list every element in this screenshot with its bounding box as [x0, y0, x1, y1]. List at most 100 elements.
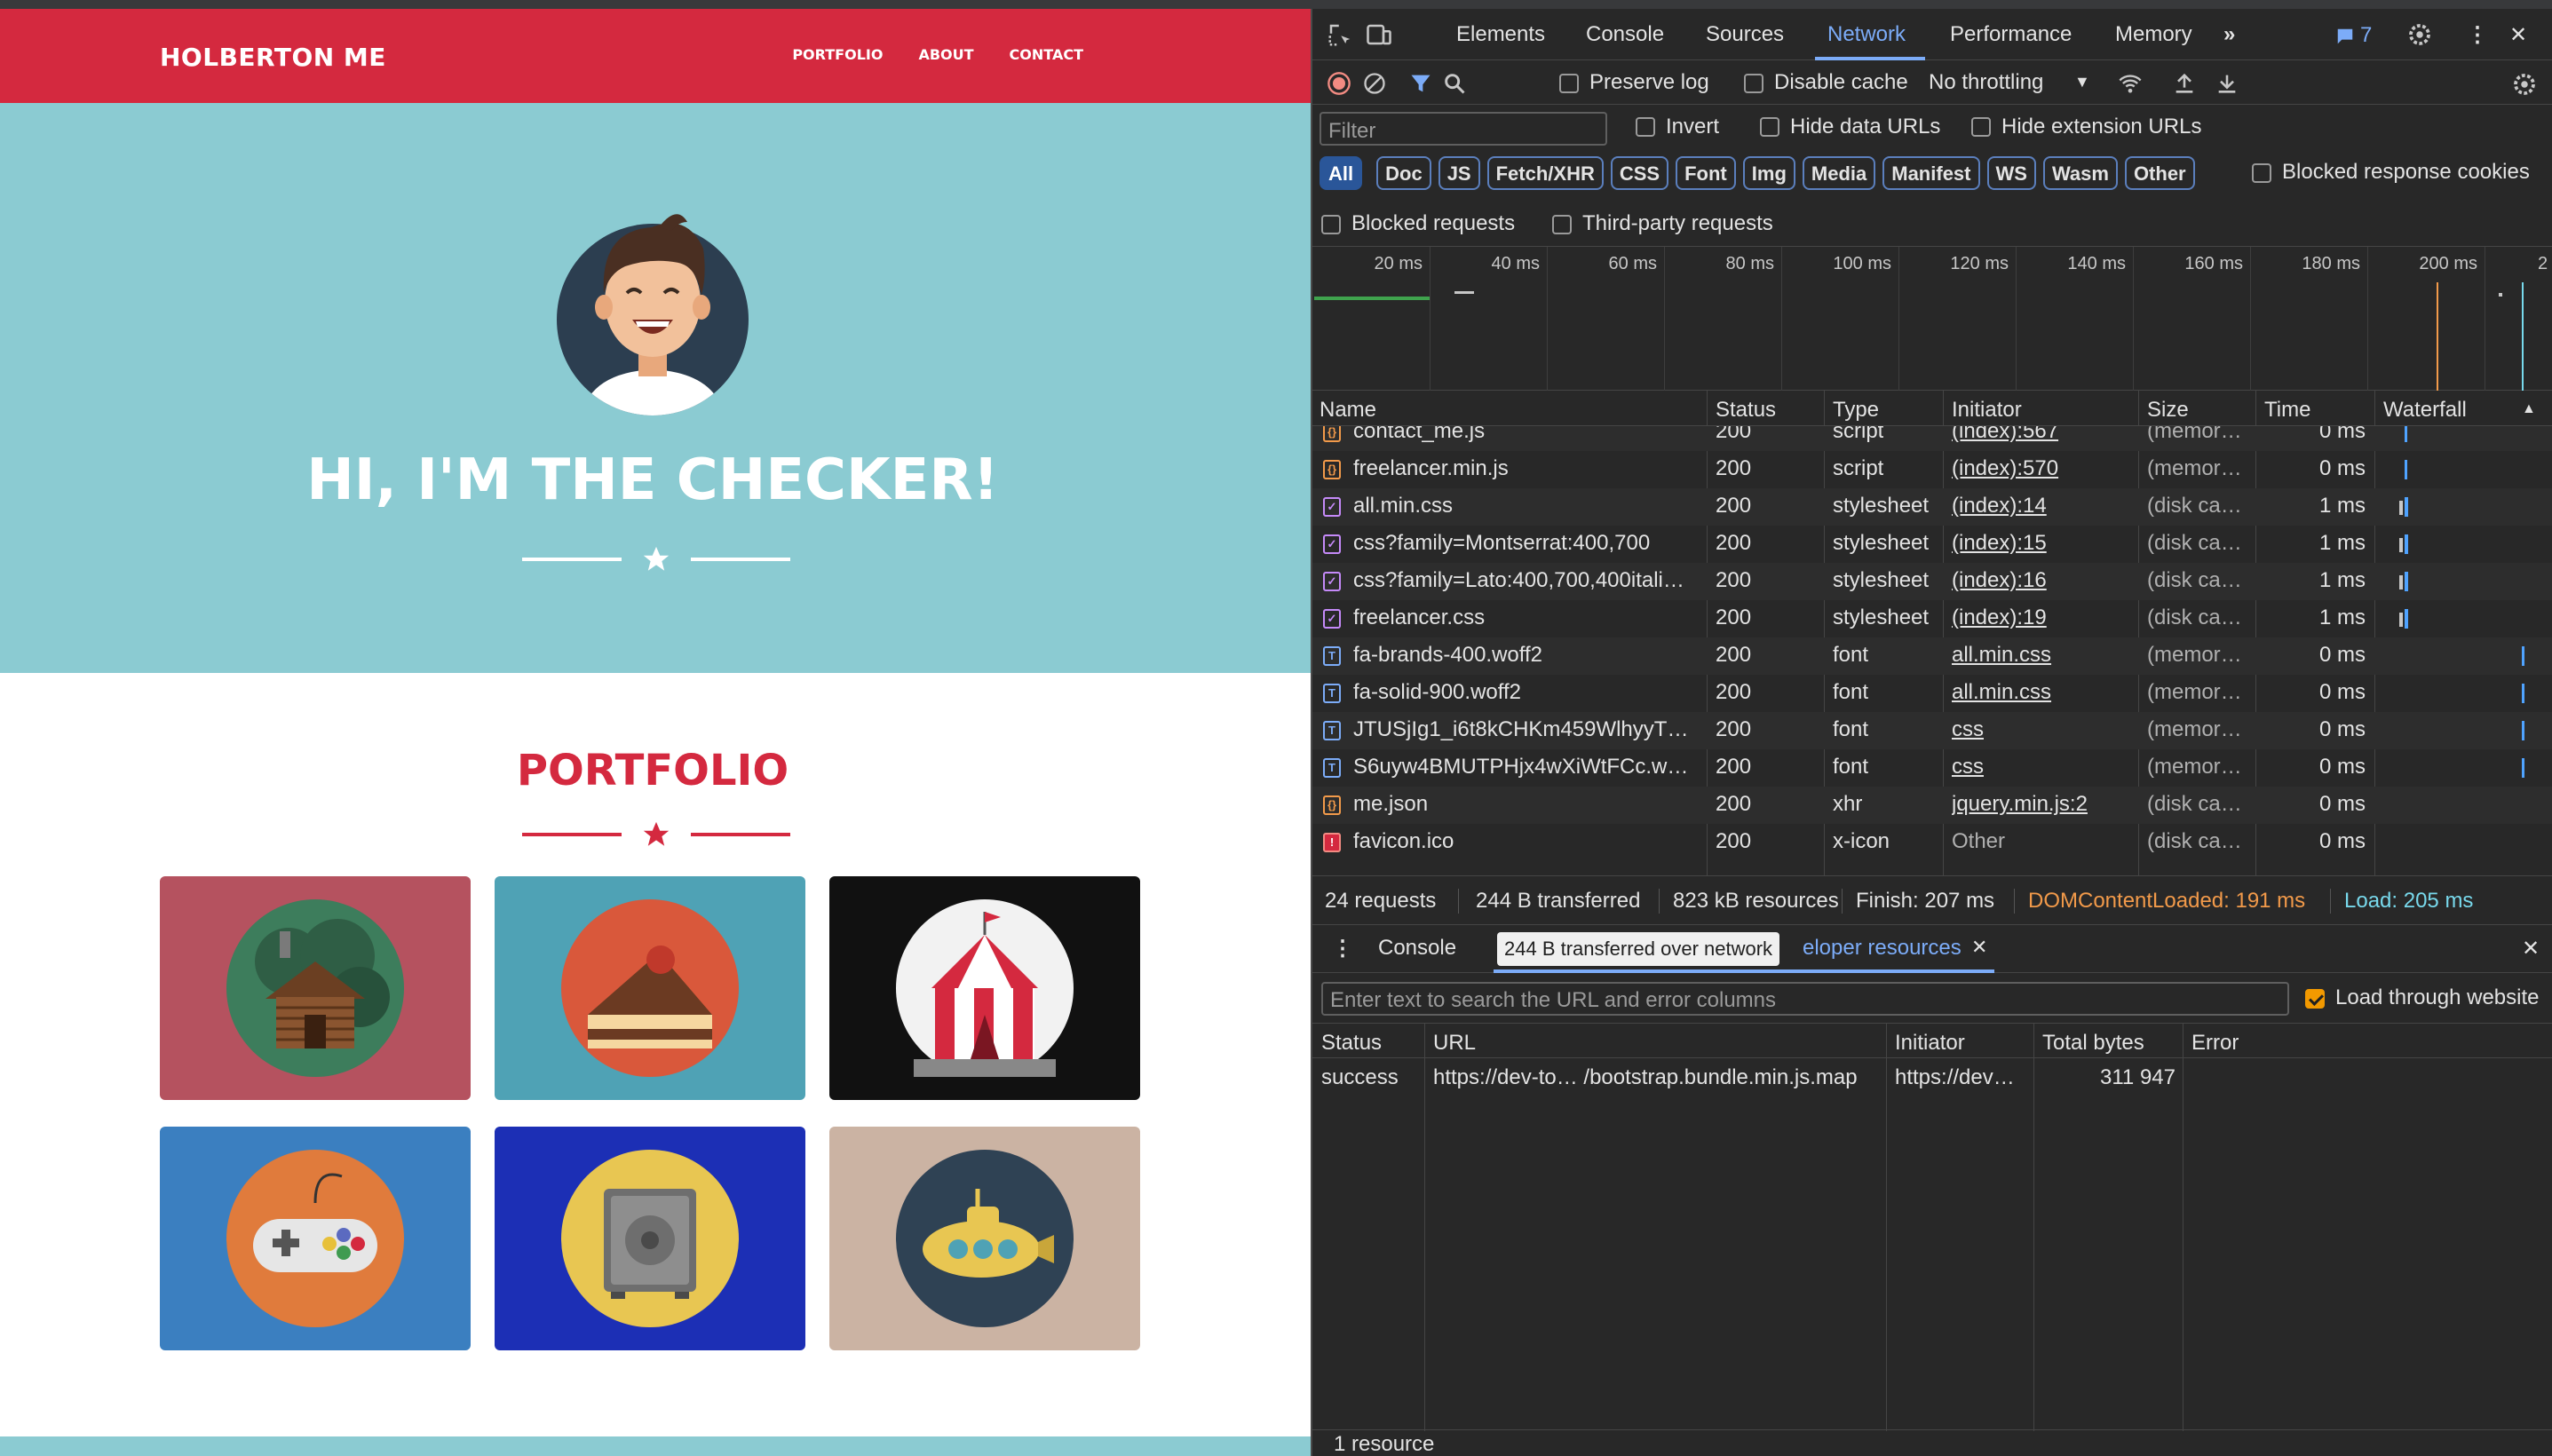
site-brand[interactable]: HOLBERTON ME — [160, 43, 386, 72]
request-initiator[interactable]: css — [1952, 717, 2129, 742]
search-icon[interactable] — [1442, 71, 1467, 96]
portfolio-card-cake[interactable] — [495, 876, 805, 1100]
nav-link-portfolio[interactable]: PORTFOLIO — [792, 46, 883, 63]
network-settings-gear-icon[interactable] — [2511, 71, 2538, 98]
import-har-icon[interactable] — [2172, 71, 2197, 96]
issues-count[interactable]: 7 — [2360, 23, 2372, 48]
filter-funnel-icon[interactable] — [1408, 71, 1433, 96]
column-type[interactable]: Type — [1833, 398, 1879, 423]
table-row[interactable]: T JTUSjIg1_i6t8kCHKm459WlhyyT… 200 font … — [1312, 712, 2552, 749]
tab-memory[interactable]: Memory — [2115, 22, 2192, 47]
chip-font[interactable]: Font — [1676, 156, 1736, 190]
disable-cache-checkbox[interactable] — [1744, 74, 1763, 93]
column-initiator[interactable]: Initiator — [1952, 398, 2022, 423]
portfolio-card-controller[interactable] — [160, 1127, 471, 1350]
throttling-dropdown-arrow-icon[interactable]: ▼ — [2074, 73, 2090, 91]
dr-column-initiator[interactable]: Initiator — [1895, 1031, 1965, 1056]
table-row[interactable]: ✓ freelancer.css 200 stylesheet (index):… — [1312, 600, 2552, 637]
more-tabs-chevron-icon[interactable]: » — [2223, 22, 2235, 47]
chip-doc[interactable]: Doc — [1376, 156, 1431, 190]
request-initiator[interactable]: all.min.css — [1952, 643, 2129, 668]
record-stop-icon[interactable] — [1327, 71, 1351, 96]
dr-column-error[interactable]: Error — [2191, 1031, 2239, 1056]
device-toolbar-icon[interactable] — [1366, 21, 1392, 48]
chip-ws[interactable]: WS — [1986, 156, 2036, 190]
drawer-tab-developer-resources[interactable]: eloper resources — [1803, 936, 1962, 961]
close-tab-icon[interactable]: ✕ — [1971, 936, 1987, 959]
column-size[interactable]: Size — [2147, 398, 2189, 423]
network-overview-timeline[interactable]: 20 ms 40 ms 60 ms 80 ms 100 ms 120 ms 14… — [1312, 247, 2552, 391]
chip-img[interactable]: Img — [1742, 156, 1795, 190]
drawer-tab-console[interactable]: Console — [1378, 936, 1456, 961]
close-drawer-icon[interactable]: ✕ — [2522, 936, 2540, 961]
chip-wasm[interactable]: Wasm — [2042, 156, 2118, 190]
chip-fetch-xhr[interactable]: Fetch/XHR — [1486, 156, 1604, 190]
portfolio-card-submarine[interactable] — [829, 1127, 1140, 1350]
throttling-select[interactable]: No throttling — [1929, 70, 2043, 95]
table-row[interactable]: T fa-brands-400.woff2 200 font all.min.c… — [1312, 637, 2552, 675]
portfolio-card-safe[interactable] — [495, 1127, 805, 1350]
table-row[interactable]: {} contact_me.js 200 script (index):567 … — [1312, 426, 2552, 451]
chip-all[interactable]: All — [1320, 156, 1363, 190]
inspect-element-icon[interactable] — [1327, 21, 1353, 48]
tab-network[interactable]: Network — [1827, 22, 1906, 47]
request-initiator[interactable]: (index):567 — [1952, 426, 2129, 444]
hide-data-urls-checkbox[interactable] — [1760, 117, 1779, 137]
export-har-icon[interactable] — [2215, 71, 2239, 96]
table-row[interactable]: T S6uyw4BMUTPHjx4wXiWtFCc.w… 200 font cs… — [1312, 749, 2552, 787]
hide-extension-urls-checkbox[interactable] — [1971, 117, 1991, 137]
nav-link-about[interactable]: ABOUT — [918, 46, 973, 63]
request-initiator[interactable]: jquery.min.js:2 — [1952, 792, 2129, 817]
blocked-requests-checkbox[interactable] — [1321, 215, 1341, 234]
table-row[interactable]: ! favicon.ico 200 x-icon Other (disk ca…… — [1312, 824, 2552, 861]
table-row[interactable]: {} freelancer.min.js 200 script (index):… — [1312, 451, 2552, 488]
dr-column-status[interactable]: Status — [1321, 1031, 1382, 1056]
column-time[interactable]: Time — [2264, 398, 2310, 423]
nav-link-contact[interactable]: CONTACT — [1010, 46, 1083, 63]
request-initiator[interactable]: (index):570 — [1952, 456, 2129, 481]
load-through-website-checkbox[interactable] — [2305, 989, 2325, 1009]
column-waterfall[interactable]: Waterfall — [2383, 398, 2467, 423]
developer-resources-search-input[interactable]: Enter text to search the URL and error c… — [1321, 982, 2289, 1016]
chip-manifest[interactable]: Manifest — [1882, 156, 1980, 190]
invert-checkbox[interactable] — [1636, 117, 1655, 137]
dr-column-total-bytes[interactable]: Total bytes — [2042, 1031, 2144, 1056]
table-row[interactable]: ✓ css?family=Montserrat:400,700 200 styl… — [1312, 526, 2552, 563]
chip-other[interactable]: Other — [2124, 156, 2195, 190]
chip-js[interactable]: JS — [1438, 156, 1480, 190]
chip-css[interactable]: CSS — [1610, 156, 1669, 190]
request-initiator[interactable]: (index):15 — [1952, 531, 2129, 556]
column-name[interactable]: Name — [1320, 398, 1376, 423]
network-conditions-icon[interactable] — [2117, 71, 2144, 96]
issues-chat-icon[interactable] — [2335, 27, 2355, 46]
filter-input[interactable]: Filter — [1320, 112, 1607, 146]
tab-performance[interactable]: Performance — [1950, 22, 2072, 47]
tab-console[interactable]: Console — [1586, 22, 1664, 47]
table-row[interactable]: ✓ all.min.css 200 stylesheet (index):14 … — [1312, 488, 2552, 526]
drawer-menu-icon[interactable]: ⋮ — [1332, 936, 1353, 961]
request-initiator[interactable]: all.min.css — [1952, 680, 2129, 705]
table-row[interactable]: ✓ css?family=Lato:400,700,400itali… 200 … — [1312, 563, 2552, 600]
third-party-requests-checkbox[interactable] — [1552, 215, 1572, 234]
tab-elements[interactable]: Elements — [1456, 22, 1545, 47]
request-initiator[interactable]: css — [1952, 755, 2129, 779]
kebab-menu-icon[interactable]: ⋮ — [2467, 22, 2488, 48]
request-initiator[interactable]: (index):14 — [1952, 494, 2129, 518]
table-row[interactable]: {} me.json 200 xhr jquery.min.js:2 (disk… — [1312, 787, 2552, 824]
request-initiator[interactable]: (index):16 — [1952, 568, 2129, 593]
portfolio-card-circus[interactable] — [829, 876, 1140, 1100]
dr-column-url[interactable]: URL — [1433, 1031, 1476, 1056]
close-devtools-icon[interactable]: ✕ — [2509, 22, 2527, 48]
sort-ascending-icon[interactable]: ▲ — [2522, 401, 2536, 417]
clear-icon[interactable] — [1362, 71, 1387, 96]
column-status[interactable]: Status — [1716, 398, 1776, 423]
developer-resource-row[interactable]: success https://dev-to… /bootstrap.bundl… — [1312, 1060, 2552, 1097]
tab-sources[interactable]: Sources — [1706, 22, 1784, 47]
request-initiator[interactable]: (index):19 — [1952, 605, 2129, 630]
preserve-log-checkbox[interactable] — [1559, 74, 1579, 93]
table-row[interactable]: T fa-solid-900.woff2 200 font all.min.cs… — [1312, 675, 2552, 712]
chip-media[interactable]: Media — [1802, 156, 1876, 190]
portfolio-card-cabin[interactable] — [160, 876, 471, 1100]
blocked-response-cookies-checkbox[interactable] — [2252, 163, 2271, 183]
settings-gear-icon[interactable] — [2406, 21, 2433, 48]
